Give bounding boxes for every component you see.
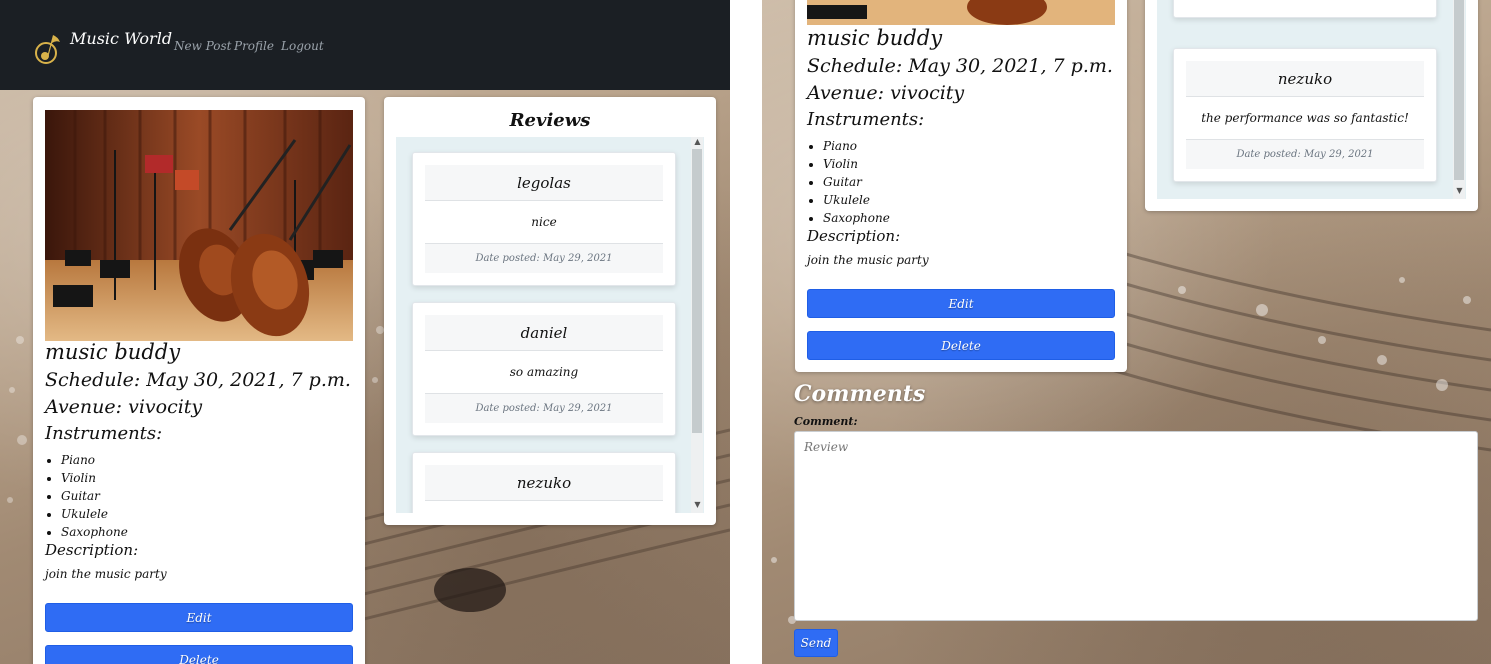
reviews-card: Reviews legolas nice Date posted: May 29… [384,97,716,525]
list-item: Saxophone [823,209,890,227]
reviews-card: Date posted: May 29, 2021 nezuko the per… [1145,0,1478,211]
review-date: Date posted: May 29, 2021 [425,393,663,423]
nav-link-profile[interactable]: Profile [234,39,274,53]
nav-link-logout[interactable]: Logout [281,39,324,53]
post-image [45,110,353,341]
description-text: join the music party [45,567,167,581]
post-schedule: Schedule: May 30, 2021, 7 p.m. [45,369,351,391]
list-item: Violin [823,155,890,173]
instruments-list: Piano Violin Guitar Ukulele Saxophone [45,451,128,541]
review-card: nezuko the performance was so fantastic!… [1173,48,1437,182]
review-author: nezuko [425,465,663,501]
description-label: Description: [807,227,901,245]
description-label: Description: [45,541,139,559]
post-card: music buddy Schedule: May 30, 2021, 7 p.… [33,97,365,664]
comment-textarea[interactable] [794,431,1478,621]
send-button[interactable]: Send [794,629,838,657]
music-note-logo-icon[interactable] [33,31,63,65]
left-screenshot-panel: Music World New Post Profile Logout musi… [0,0,730,664]
review-text: the performance was so fantastic! [1201,111,1409,125]
post-title: music buddy [45,340,181,364]
list-item: Ukulele [823,191,890,209]
scroll-down-arrow-icon[interactable]: ▼ [1454,186,1465,195]
edit-button[interactable]: Edit [807,289,1115,318]
list-item: Saxophone [61,523,128,541]
post-card: music buddy Schedule: May 30, 2021, 7 p.… [795,0,1127,372]
list-item: Ukulele [61,505,128,523]
instruments-label: Instruments: [45,423,163,444]
instruments-list: Piano Violin Guitar Ukulele Saxophone [807,137,890,227]
post-title: music buddy [807,26,943,50]
brand-name[interactable]: Music World [70,29,172,48]
reviews-scrollbar-thumb[interactable] [1454,0,1464,180]
description-text: join the music party [807,253,929,267]
reviews-scroll-area[interactable]: Date posted: May 29, 2021 nezuko the per… [1157,0,1466,199]
review-author: nezuko [1186,61,1424,97]
instruments-label: Instruments: [807,109,925,130]
review-date: Date posted: May 29, 2021 [1186,139,1424,169]
review-author: legolas [425,165,663,201]
list-item: Violin [61,469,128,487]
review-text: nice [531,215,557,229]
reviews-scrollbar-thumb[interactable] [692,149,702,433]
post-avenue: Avenue: vivocity [807,82,965,104]
list-item: Piano [61,451,128,469]
list-item: Guitar [61,487,128,505]
review-card: daniel so amazing Date posted: May 29, 2… [412,302,676,436]
review-author: daniel [425,315,663,351]
delete-button[interactable]: Delete [807,331,1115,360]
list-item: Guitar [823,173,890,191]
list-item: Piano [823,137,890,155]
review-card: legolas nice Date posted: May 29, 2021 [412,152,676,286]
nav-link-new-post[interactable]: New Post [174,39,231,53]
scroll-down-arrow-icon[interactable]: ▼ [692,500,703,509]
review-date: Date posted: May 29, 2021 [425,243,663,273]
navbar: Music World New Post Profile Logout [0,0,730,90]
delete-button[interactable]: Delete [45,645,353,664]
edit-button[interactable]: Edit [45,603,353,632]
comment-label: Comment: [794,415,858,428]
scroll-up-arrow-icon[interactable]: ▲ [692,137,703,146]
right-screenshot-panel: music buddy Schedule: May 30, 2021, 7 p.… [762,0,1491,664]
reviews-scroll-area[interactable]: legolas nice Date posted: May 29, 2021 d… [396,137,704,513]
review-card: nezuko [412,452,676,513]
post-schedule: Schedule: May 30, 2021, 7 p.m. [807,55,1113,77]
comments-heading: Comments [794,381,926,407]
reviews-title: Reviews [509,110,591,131]
post-avenue: Avenue: vivocity [45,396,203,418]
review-text: so amazing [509,365,579,379]
review-card: Date posted: May 29, 2021 [1173,0,1437,18]
post-image [807,0,1115,25]
